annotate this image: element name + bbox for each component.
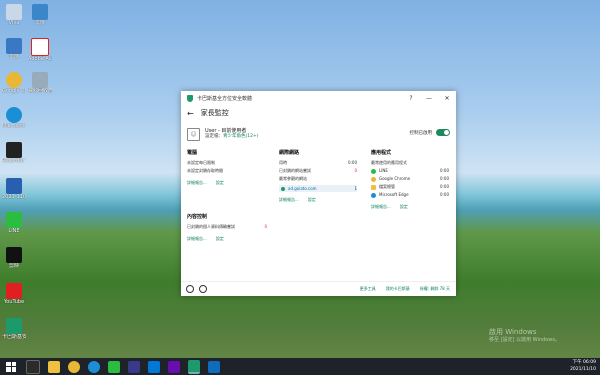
store-icon[interactable]: [148, 360, 160, 373]
app-item: Google Chrome 0:00: [371, 175, 449, 183]
monitoring-toggle[interactable]: [436, 129, 450, 136]
content-report-link[interactable]: 詳細報告...: [187, 236, 207, 242]
desktop-icon-this-pc[interactable]: 本機: [2, 38, 26, 60]
camera-icon: [6, 142, 22, 158]
site-name: ad.goiato.com: [288, 186, 317, 191]
top-sites-label: 最常參觀的網站: [279, 176, 307, 181]
edge-icon[interactable]: [88, 360, 100, 373]
internet-settings-link[interactable]: 設定: [308, 197, 316, 203]
internet-row: 已封鎖的網站嘗試 0: [279, 168, 357, 173]
title-bar: 卡巴斯基全方位安全軟體 ? — ✕: [181, 91, 456, 105]
desktop-icon-line[interactable]: LINE: [2, 212, 26, 234]
desktop-icon-chrome[interactable]: Google Chrome: [2, 72, 26, 94]
start-button[interactable]: [6, 361, 16, 372]
computer-section: 電腦 未設定每日限制 未設定封鎖存取時間 詳細報告... 設定: [187, 149, 267, 186]
taskbar: 下午 06:09 2021/11/10: [0, 358, 600, 375]
window-footer: 更多工具 我的卡巴斯基 授權: 剩餘 78 天: [181, 281, 456, 296]
app-item: Microsoft Edge 0:00: [371, 191, 449, 199]
computer-settings-link[interactable]: 設定: [216, 180, 224, 186]
computer-icon: [6, 38, 22, 54]
chrome-icon: [6, 72, 22, 88]
app-icon[interactable]: [208, 360, 220, 373]
desktop-icon-youtube[interactable]: YouTube: [2, 283, 26, 305]
desktop-icon-edge[interactable]: Microsoft Edge: [2, 107, 26, 129]
line-icon: [371, 168, 376, 174]
user-folder-icon: [6, 4, 22, 20]
system-clock[interactable]: 下午 06:09 2021/11/10: [570, 359, 596, 373]
user-avatar-icon: ☺: [187, 127, 200, 141]
app-item: 檔案總管 0:00: [371, 183, 449, 191]
youtube-icon: [6, 283, 22, 299]
desktop-icon-recycle-bin[interactable]: 資源回收筒: [28, 72, 52, 94]
desktop-icon-acrobat[interactable]: Adobe Acrobat: [28, 38, 52, 62]
help-button[interactable]: ?: [402, 95, 420, 102]
kaspersky-icon: [6, 318, 22, 334]
top-apps-label: 最常使用的應用程式: [371, 160, 407, 165]
license-link[interactable]: 授權: 剩餘 78 天: [420, 286, 450, 292]
support-icon[interactable]: [199, 285, 207, 293]
internet-section: 網際網路 用時 0:00 已封鎖的網站嘗試 0 最常參觀的網站 ad.goiato.…: [279, 149, 357, 203]
content-settings-link[interactable]: 設定: [216, 236, 224, 242]
computer-report-link[interactable]: 詳細報告...: [187, 180, 207, 186]
monitor-icon: [32, 4, 48, 20]
edge-icon: [6, 107, 22, 123]
file-explorer-icon[interactable]: [48, 360, 60, 373]
my-kaspersky-link[interactable]: 我的卡巴斯基: [386, 286, 410, 292]
back-arrow-icon[interactable]: ←: [187, 109, 194, 118]
content-control-title: 內容控制: [187, 214, 208, 220]
desktop-icon-recorder[interactable]: Recorder Video Edit: [2, 142, 26, 164]
edge-icon: [371, 192, 376, 198]
computer-row: 未設定每日限制: [187, 160, 215, 165]
page-title: 家長監控: [200, 109, 229, 117]
computer-row: 未設定封鎖存取時間: [187, 168, 223, 173]
profile-label: 設定檔：: [205, 134, 223, 139]
kaspersky-icon[interactable]: [188, 359, 200, 374]
folder-icon: [371, 184, 376, 190]
minimize-button[interactable]: —: [420, 95, 438, 102]
apps-title: 應用程式: [371, 150, 392, 156]
recycle-bin-icon: [32, 72, 48, 88]
desktop-icon-capcut[interactable]: 剪映: [2, 247, 26, 269]
search-icon[interactable]: [26, 359, 40, 374]
more-tools-link[interactable]: 更多工具: [360, 286, 376, 292]
photoshop-icon[interactable]: [128, 360, 140, 373]
settings-gear-icon[interactable]: [186, 285, 194, 293]
activate-windows-watermark: 啟用 Windows 移至 [設定] 以啟用 Windows。: [489, 328, 560, 343]
chrome-icon[interactable]: [68, 360, 80, 373]
kaspersky-shield-icon: [187, 94, 193, 102]
apps-section: 應用程式 最常使用的應用程式 LINE 0:00 Google Chrome 0:0…: [371, 149, 449, 210]
content-control-row: 已封鎖的個人資料傳輸嘗試 0: [187, 224, 267, 229]
desktop-icon-pc2[interactable]: 本機: [28, 4, 52, 26]
profile-link[interactable]: 青少年角色(12+): [223, 134, 259, 139]
site-count: 1: [354, 186, 357, 191]
word-document-icon: [6, 178, 22, 194]
monitoring-toggle-group: 控制已啟用: [409, 129, 450, 136]
desktop-icon-user[interactable]: Viva: [2, 4, 26, 26]
desktop-icon-kaspersky[interactable]: 卡巴斯基安全: [2, 318, 26, 340]
apps-settings-link[interactable]: 設定: [400, 204, 408, 210]
window-title: 卡巴斯基全方位安全軟體: [197, 95, 253, 102]
computer-title: 電腦: [187, 150, 198, 156]
internet-title: 網際網路: [279, 150, 300, 156]
page-header: ← 家長監控: [181, 105, 456, 121]
site-globe-icon: [281, 186, 285, 191]
content-control-section: 內容控制 已封鎖的個人資料傳輸嘗試 0 詳細報告... 設定: [187, 213, 267, 242]
user-profile-line: 設定檔：青少年角色(12+): [205, 134, 259, 140]
capcut-icon: [6, 247, 22, 263]
desktop-icon-document[interactable]: 2021-1101: [2, 178, 26, 200]
close-button[interactable]: ✕: [438, 95, 456, 102]
line-icon: [6, 212, 22, 228]
app-item: LINE 0:00: [371, 167, 449, 175]
kaspersky-window: 卡巴斯基全方位安全軟體 ? — ✕ ← 家長監控 ☺ User - 目前使用者 …: [181, 91, 456, 296]
internet-report-link[interactable]: 詳細報告...: [279, 197, 299, 203]
pdf-icon: [31, 38, 49, 56]
media-icon[interactable]: [168, 360, 180, 373]
line-icon[interactable]: [108, 360, 120, 373]
apps-report-link[interactable]: 詳細報告...: [371, 204, 391, 210]
internet-row: 用時 0:00: [279, 160, 357, 165]
site-item: ad.goiato.com 1: [279, 185, 357, 192]
chrome-icon: [371, 176, 376, 182]
monitoring-label: 控制已啟用: [409, 130, 433, 136]
